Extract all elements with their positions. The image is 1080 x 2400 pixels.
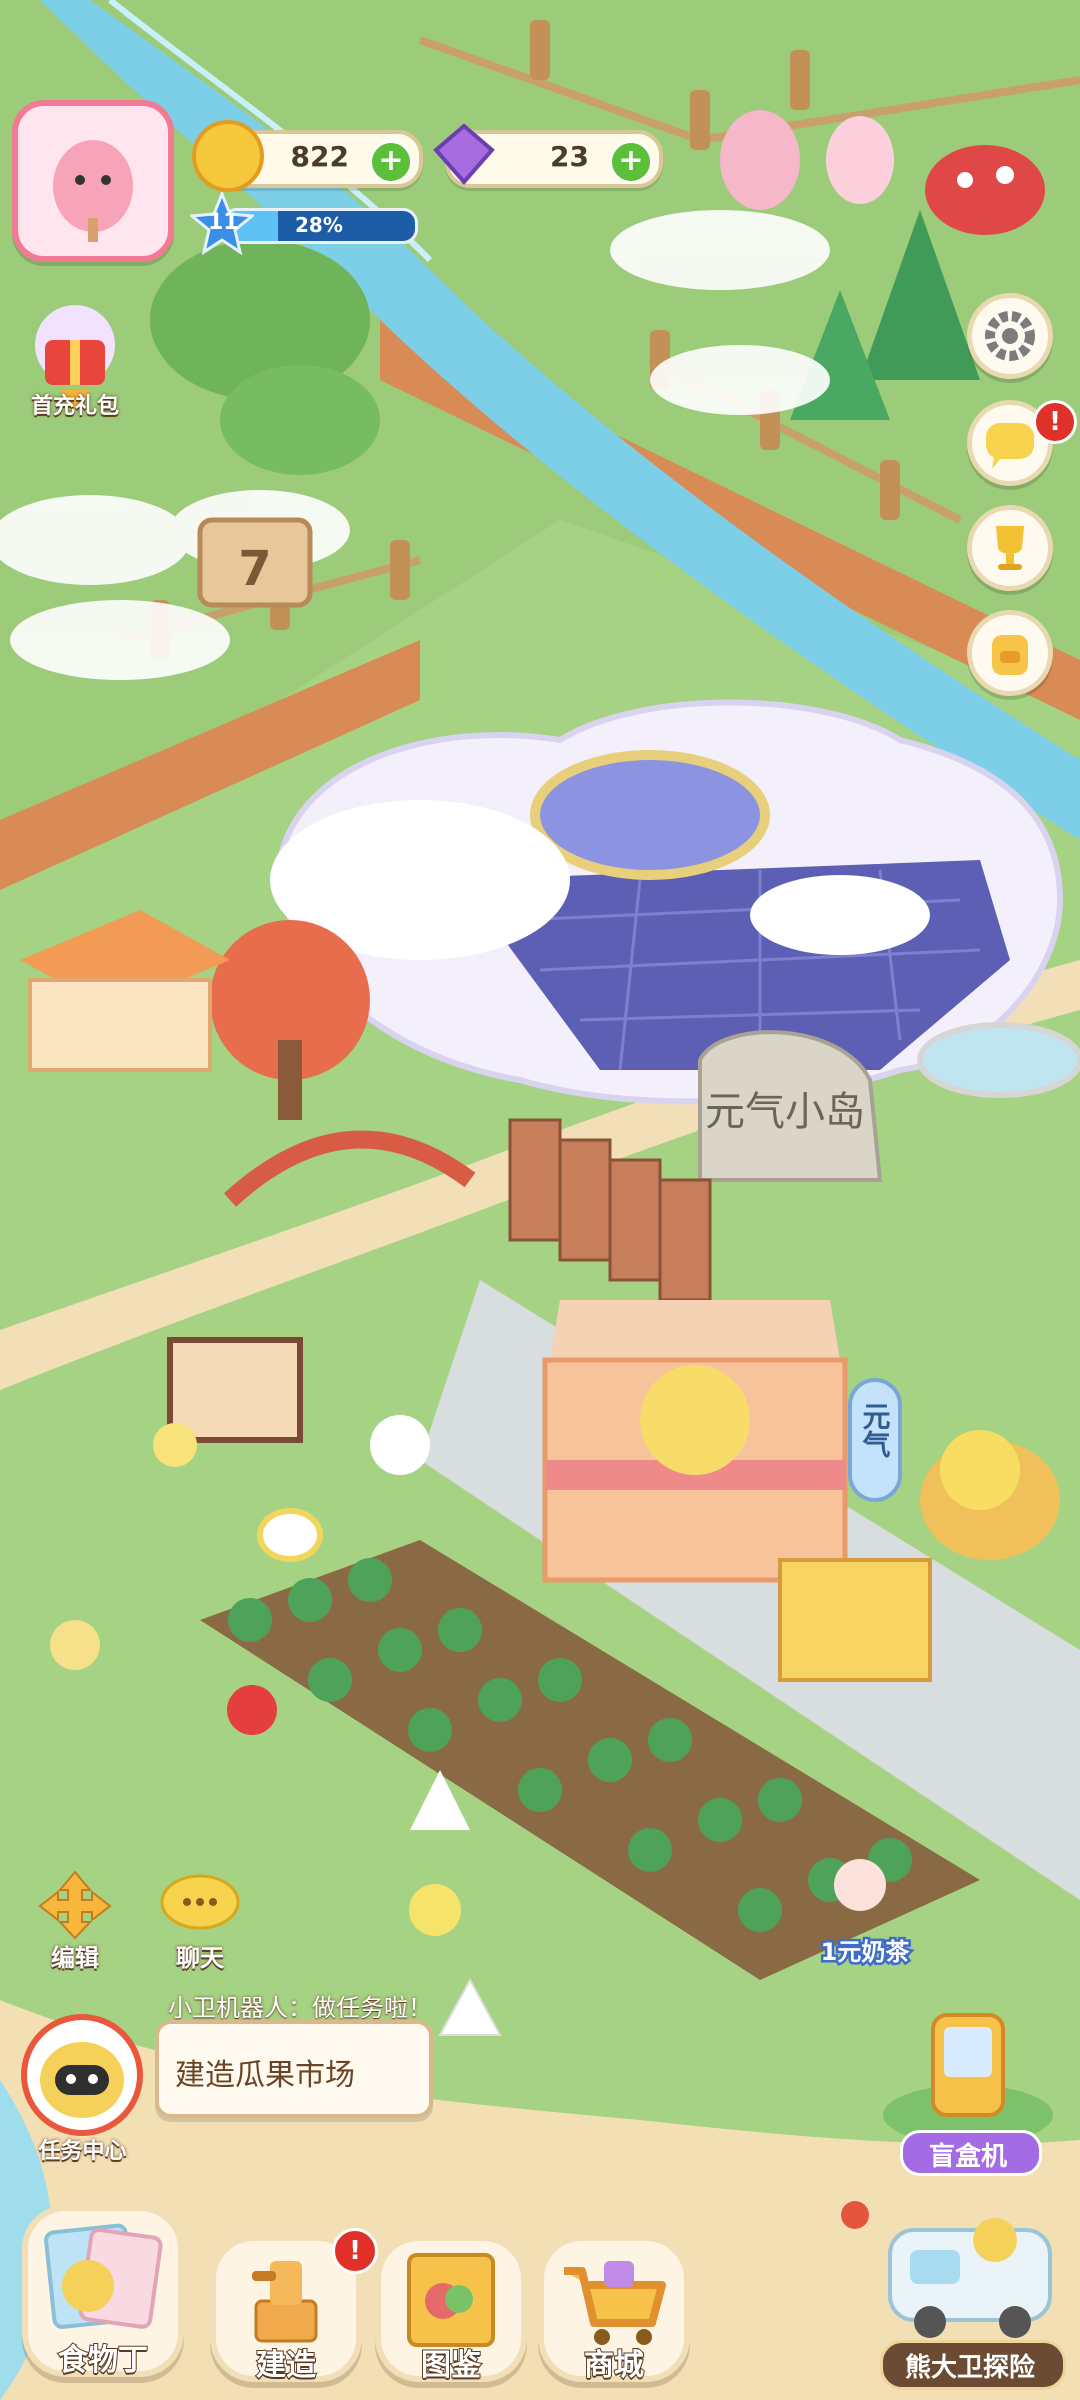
chat-bubble-icon [160,1874,240,1930]
backpack-button[interactable] [967,610,1053,696]
crab [841,2201,869,2229]
task-text: 建造瓜果市场 [175,2058,355,2093]
fountain [917,1022,1080,1098]
dumpling-character [370,1415,430,1475]
gem-amount: 23 [550,140,589,173]
notice-board [167,1337,303,1443]
bear-adventure-label: 熊大卫探险 [904,2353,1035,2383]
gem-icon [433,123,495,186]
chat-button[interactable]: 聊天 [155,1870,245,1972]
kiosk [778,1558,932,1682]
shop-button[interactable]: 商城 [538,2235,690,2384]
shop-roof [550,1300,840,1360]
coin-amount: 822 [290,140,349,173]
task-center-label: 任务中心 [38,2139,127,2164]
blind-box-label: 盲盒机 [928,2142,1007,2172]
level-sign-number: 7 [238,541,271,597]
build-label: 建造 [255,2347,317,2384]
coin-icon [192,120,264,192]
camper-van-icon [888,2218,1052,2338]
blind-box-machine-button[interactable]: 盲盒机 [878,2005,1058,2176]
task-bubble[interactable]: 建造瓜果市场 [155,2020,433,2118]
settings-button[interactable] [967,293,1053,379]
vending-machine-icon [883,2013,1053,2145]
collection-button[interactable]: 图鉴 [375,2235,527,2384]
build-notification-badge: ! [332,2228,378,2274]
robot-speaker-line: 小卫机器人：做任务啦！ [168,1994,432,2022]
shop-sign-text: 元气 [859,1402,892,1458]
add-gems-button[interactable]: + [609,140,653,184]
egg-character [257,1508,323,1562]
book-icon [407,2253,495,2347]
astrolabe [530,750,770,880]
trophy-icon [996,526,1024,570]
mushroom [925,145,1045,235]
food-menu-label: 食物丁 [57,2342,149,2379]
daruma-character [227,1685,277,1735]
backpack-icon [992,635,1028,675]
food-menu-button[interactable]: 食物丁 [22,2205,184,2379]
chat-label: 聊天 [176,1944,224,1972]
gear-icon [985,311,1035,361]
shopping-cart-icon [564,2261,666,2345]
avatar-icon [53,140,133,242]
first-charge-label: 首充礼包 [30,394,119,419]
robot-avatar-icon [21,2014,143,2136]
collection-label: 图鉴 [420,2347,482,2384]
npc-milk-tea [834,1859,886,1911]
trophy-button[interactable] [967,505,1053,591]
first-charge-gift-button[interactable]: 首充礼包 [15,290,135,440]
edit-button[interactable]: 编辑 [30,1870,120,1972]
chat-notification-badge: ! [1033,400,1077,444]
level-number: 11 [208,210,239,235]
island-stone-text: 元气小岛 [705,1089,865,1135]
edit-label: 编辑 [51,1944,99,1972]
shop-label: 商城 [583,2347,645,2384]
task-center-button[interactable]: 任务中心 [15,2005,150,2165]
move-arrows-icon [38,1870,112,1940]
add-coins-button[interactable]: + [369,140,413,184]
milk-tea-label: 1元奶茶 [821,1938,911,1966]
avatar-frame[interactable] [12,100,174,262]
level-progress-text: 28% [295,213,343,237]
pink-tree [720,110,800,210]
bear-adventure-button[interactable]: 熊大卫探险 [870,2200,1070,2390]
bear-mascot [640,1365,750,1475]
photo-cards-icon [44,2223,163,2329]
